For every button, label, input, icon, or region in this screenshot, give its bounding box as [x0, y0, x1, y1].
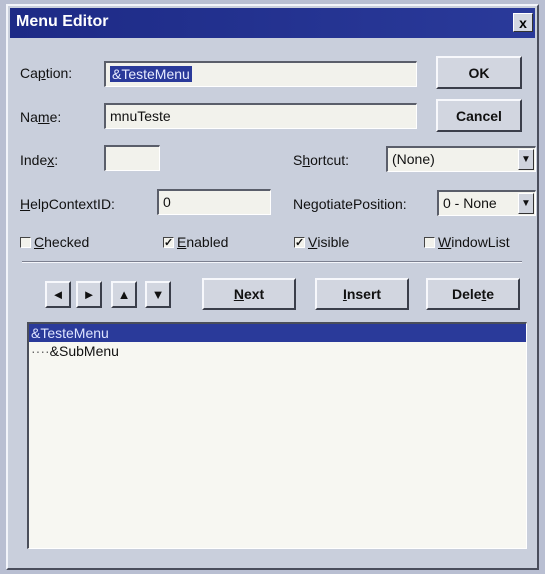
move-left-button[interactable]: ◄: [45, 281, 71, 308]
shortcut-label: Shortcut:: [293, 152, 350, 168]
next-button[interactable]: Next: [202, 278, 296, 310]
checked-checkbox[interactable]: Checked: [20, 234, 89, 250]
checkmark-icon: ✓: [163, 236, 174, 249]
caption-value: &TesteMenu: [110, 66, 192, 82]
ok-button[interactable]: OK: [436, 56, 522, 89]
cancel-button[interactable]: Cancel: [436, 99, 522, 132]
insert-button[interactable]: Insert: [315, 278, 409, 310]
menu-items-list[interactable]: &TesteMenu ····&SubMenu: [27, 322, 527, 549]
helpcontextid-label: HelpContextID:: [20, 196, 115, 212]
move-down-button[interactable]: ▼: [145, 281, 171, 308]
arrow-down-icon: ▼: [151, 287, 165, 302]
list-item[interactable]: &TesteMenu: [29, 324, 526, 342]
title-bar[interactable]: Menu Editor x: [10, 8, 535, 38]
arrow-left-icon: ◄: [51, 287, 65, 302]
negotiateposition-combo[interactable]: 0 - None ▼: [437, 190, 536, 216]
name-label: Name:: [20, 109, 62, 125]
index-label: Index:: [20, 152, 59, 168]
caption-label: Caption:: [20, 65, 73, 81]
divider: [22, 261, 522, 263]
checkmark-icon: ✓: [294, 236, 305, 249]
helpcontextid-field[interactable]: 0: [157, 189, 271, 215]
checkbox-box: [424, 236, 435, 248]
index-field[interactable]: [104, 145, 160, 171]
delete-button[interactable]: Dele t e: [426, 278, 520, 310]
close-button[interactable]: x: [513, 13, 533, 32]
chevron-down-icon[interactable]: ▼: [518, 149, 534, 170]
caption-field[interactable]: &TesteMenu: [104, 61, 417, 87]
chevron-down-icon[interactable]: ▼: [518, 193, 534, 214]
visible-checkbox[interactable]: ✓ Visible: [294, 234, 349, 250]
move-right-button[interactable]: ►: [76, 281, 102, 308]
window-title: Menu Editor: [16, 13, 109, 30]
shortcut-value: (None): [392, 151, 435, 167]
windowlist-checkbox[interactable]: WindowList: [424, 234, 510, 250]
move-up-button[interactable]: ▲: [111, 281, 137, 308]
name-field[interactable]: mnuTeste: [104, 103, 417, 129]
negotiateposition-label: NegotiatePosition:: [293, 196, 407, 212]
checkbox-box: [20, 236, 31, 248]
menu-editor-dialog: Menu Editor x Caption: &TesteMenu OK Nam…: [6, 4, 539, 570]
name-value: mnuTeste: [110, 108, 171, 124]
arrow-right-icon: ►: [82, 287, 96, 302]
enabled-checkbox[interactable]: ✓ Enabled: [163, 234, 228, 250]
list-item[interactable]: ····&SubMenu: [29, 342, 526, 360]
negotiateposition-value: 0 - None: [443, 195, 497, 211]
helpcontextid-value: 0: [163, 194, 171, 210]
shortcut-combo[interactable]: (None) ▼: [386, 146, 536, 172]
arrow-up-icon: ▲: [117, 287, 131, 302]
